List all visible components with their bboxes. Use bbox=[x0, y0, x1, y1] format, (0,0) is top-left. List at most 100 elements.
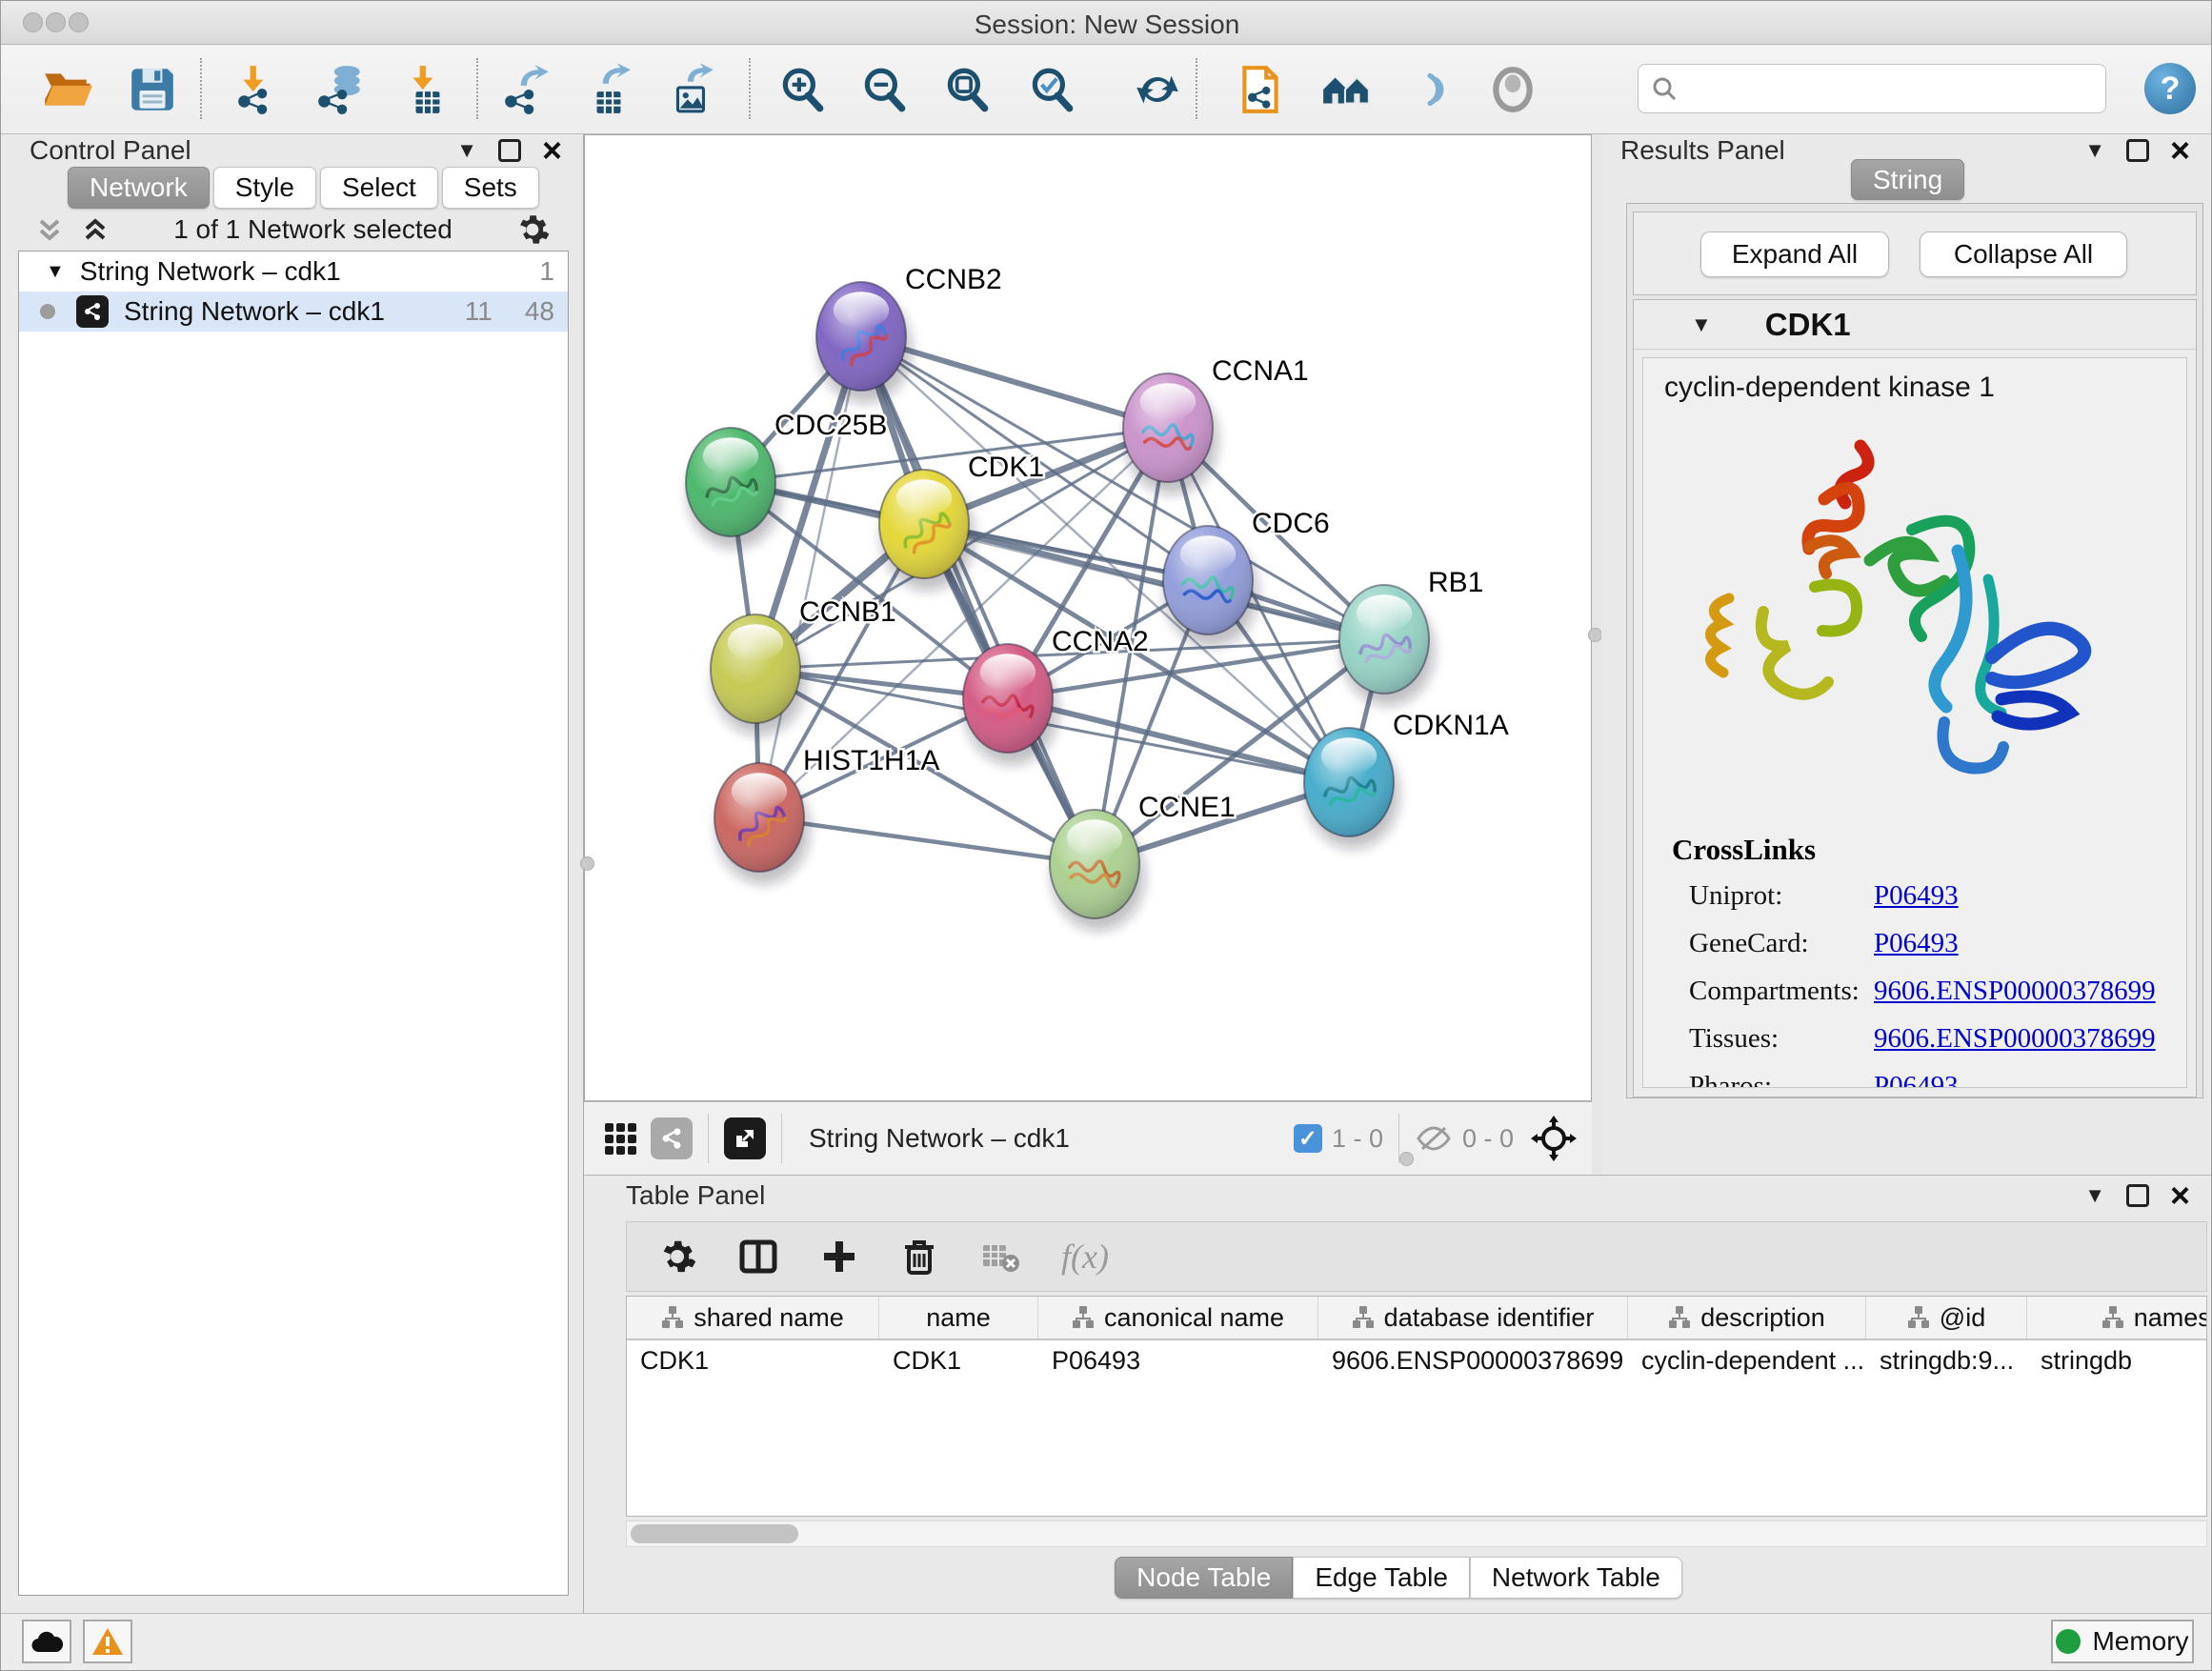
panel-menu-icon[interactable]: ▼ bbox=[456, 138, 477, 163]
hidden-eye-icon[interactable] bbox=[1415, 1124, 1453, 1153]
crosslink-link[interactable]: P06493 bbox=[1874, 1071, 1959, 1088]
network-node-ccna2[interactable]: CCNA2 bbox=[963, 626, 1149, 765]
pan-crosshair-icon[interactable] bbox=[1531, 1116, 1577, 1161]
show-columns-icon[interactable] bbox=[737, 1236, 779, 1278]
table-cell[interactable]: CDK1 bbox=[627, 1340, 879, 1380]
float-panel-icon[interactable] bbox=[2126, 1184, 2149, 1207]
delete-table-icon[interactable] bbox=[979, 1236, 1021, 1278]
add-column-icon[interactable] bbox=[819, 1237, 859, 1277]
hide-selection-icon[interactable] bbox=[1400, 62, 1456, 117]
network-edge[interactable] bbox=[861, 336, 1095, 864]
network-node-rb1[interactable]: RB1 bbox=[1339, 567, 1483, 706]
crosslink-link[interactable]: 9606.ENSP00000378699 bbox=[1874, 1023, 2156, 1055]
zoom-fit-icon[interactable] bbox=[939, 62, 995, 117]
network-canvas[interactable]: CCNB2CCNA1CDC25BCDK1CDC6RB1CCNB1CCNA2CDK… bbox=[584, 134, 1592, 1101]
zoom-selected-icon[interactable] bbox=[1024, 62, 1079, 117]
import-network-from-database-icon[interactable] bbox=[312, 62, 368, 117]
collapse-all-icon[interactable] bbox=[33, 213, 66, 246]
network-options-gear-icon[interactable] bbox=[514, 211, 551, 248]
search-input[interactable] bbox=[1638, 64, 2106, 113]
tab-style[interactable]: Style bbox=[213, 167, 316, 209]
share-network-icon[interactable] bbox=[651, 1117, 693, 1159]
network-row-selected[interactable]: String Network – cdk1 11 48 bbox=[19, 292, 568, 332]
panel-menu-icon[interactable]: ▼ bbox=[2084, 1183, 2105, 1208]
new-network-from-selection-icon[interactable] bbox=[1233, 62, 1288, 117]
import-network-from-file-icon[interactable] bbox=[232, 62, 288, 117]
birdseye-view-icon[interactable] bbox=[724, 1117, 766, 1159]
network-edge[interactable] bbox=[759, 817, 1095, 864]
table-cell[interactable]: stringdb bbox=[2027, 1340, 2207, 1380]
float-panel-icon[interactable] bbox=[498, 139, 521, 162]
network-node-ccne1[interactable]: CCNE1 bbox=[1050, 792, 1236, 931]
tab-string[interactable]: String bbox=[1851, 159, 1964, 200]
splitter-handle[interactable] bbox=[1399, 1152, 1414, 1166]
panel-menu-icon[interactable]: ▼ bbox=[2084, 138, 2105, 163]
update-icon[interactable] bbox=[1130, 62, 1185, 117]
crosslink-label: Uniprot: bbox=[1672, 880, 1874, 912]
network-node-cdc6[interactable]: CDC6 bbox=[1163, 508, 1330, 647]
export-network-icon[interactable] bbox=[499, 62, 554, 117]
column-header-name[interactable]: name bbox=[879, 1297, 1038, 1339]
network-node-hist1h1a[interactable]: HIST1H1A bbox=[714, 745, 939, 884]
export-table-icon[interactable] bbox=[581, 62, 636, 117]
toolbar-separator bbox=[200, 58, 202, 119]
expand-all-button[interactable]: Expand All bbox=[1700, 232, 1889, 277]
network-collection-row[interactable]: ▼ String Network – cdk1 1 bbox=[19, 252, 568, 292]
tab-edge-table[interactable]: Edge Table bbox=[1293, 1557, 1470, 1599]
tab-sets[interactable]: Sets bbox=[442, 167, 539, 209]
column-header-shared-name[interactable]: shared name bbox=[627, 1297, 879, 1339]
column-header-description[interactable]: description bbox=[1628, 1297, 1866, 1339]
collapse-all-button[interactable]: Collapse All bbox=[1920, 232, 2127, 277]
collapse-arrow-icon[interactable]: ▼ bbox=[46, 261, 65, 283]
import-table-from-file-icon[interactable] bbox=[400, 62, 455, 117]
float-panel-icon[interactable] bbox=[2126, 139, 2149, 162]
show-all-eye-icon[interactable] bbox=[1485, 62, 1540, 117]
column-header-canonical-name[interactable]: canonical name bbox=[1038, 1297, 1318, 1339]
tab-select[interactable]: Select bbox=[320, 167, 438, 209]
table-cell[interactable]: stringdb:9... bbox=[1866, 1340, 2027, 1380]
close-panel-icon[interactable]: × bbox=[2170, 139, 2190, 162]
crosslink-link[interactable]: P06493 bbox=[1874, 880, 1959, 912]
selected-checkbox-icon[interactable]: ✓ bbox=[1294, 1124, 1322, 1153]
function-builder-icon[interactable]: f(x) bbox=[1061, 1237, 1109, 1277]
table-cell[interactable]: cyclin-dependent ... bbox=[1628, 1340, 1866, 1380]
column-header-database-identifier[interactable]: database identifier bbox=[1318, 1297, 1628, 1339]
zoom-in-icon[interactable] bbox=[774, 62, 830, 117]
close-panel-icon[interactable]: × bbox=[542, 139, 562, 162]
memory-button[interactable]: Memory bbox=[2051, 1620, 2194, 1663]
table-cell[interactable]: CDK1 bbox=[879, 1340, 1038, 1380]
tab-network-table[interactable]: Network Table bbox=[1470, 1557, 1682, 1599]
splitter-handle[interactable] bbox=[1588, 628, 1602, 642]
collapse-section-icon[interactable]: ▼ bbox=[1691, 312, 1712, 337]
save-session-icon[interactable] bbox=[125, 62, 180, 117]
tab-node-table[interactable]: Node Table bbox=[1115, 1557, 1293, 1599]
scrollbar-thumb[interactable] bbox=[631, 1524, 798, 1543]
warnings-button[interactable] bbox=[83, 1620, 132, 1663]
network-nodes[interactable]: CCNB2CCNA1CDC25BCDK1CDC6RB1CCNB1CCNA2CDK… bbox=[686, 264, 1509, 931]
zoom-out-icon[interactable] bbox=[856, 62, 912, 117]
network-node-cdkn1a[interactable]: CDKN1A bbox=[1304, 710, 1509, 849]
crosslink-link[interactable]: P06493 bbox=[1874, 928, 1959, 959]
column-header-namespace[interactable]: namespace bbox=[2027, 1297, 2207, 1339]
table-row[interactable]: CDK1CDK1P064939606.ENSP00000378699cyclin… bbox=[627, 1340, 2206, 1380]
node-table[interactable]: shared namename canonical name database … bbox=[626, 1296, 2207, 1517]
first-neighbors-icon[interactable] bbox=[1318, 62, 1374, 117]
table-cell[interactable]: P06493 bbox=[1038, 1340, 1318, 1380]
grid-view-icon[interactable] bbox=[599, 1117, 641, 1159]
close-panel-icon[interactable]: × bbox=[2170, 1184, 2190, 1207]
cloud-status-button[interactable] bbox=[22, 1620, 71, 1663]
expand-all-icon[interactable] bbox=[79, 213, 111, 246]
delete-column-trash-icon[interactable] bbox=[899, 1237, 939, 1277]
horizontal-scrollbar[interactable] bbox=[626, 1520, 2207, 1547]
column-header--id[interactable]: @id bbox=[1866, 1297, 2027, 1339]
help-icon[interactable]: ? bbox=[2144, 63, 2196, 114]
table-cell[interactable]: 9606.ENSP00000378699 bbox=[1318, 1340, 1628, 1380]
edge-count: 48 bbox=[525, 296, 554, 327]
network-node-ccnb2[interactable]: CCNB2 bbox=[816, 264, 1002, 403]
open-file-icon[interactable] bbox=[39, 62, 94, 117]
crosslink-link[interactable]: 9606.ENSP00000378699 bbox=[1874, 976, 2156, 1007]
tab-network[interactable]: Network bbox=[68, 167, 210, 209]
splitter-handle[interactable] bbox=[580, 856, 594, 871]
export-image-icon[interactable] bbox=[664, 62, 719, 117]
table-options-gear-icon[interactable] bbox=[657, 1237, 697, 1277]
